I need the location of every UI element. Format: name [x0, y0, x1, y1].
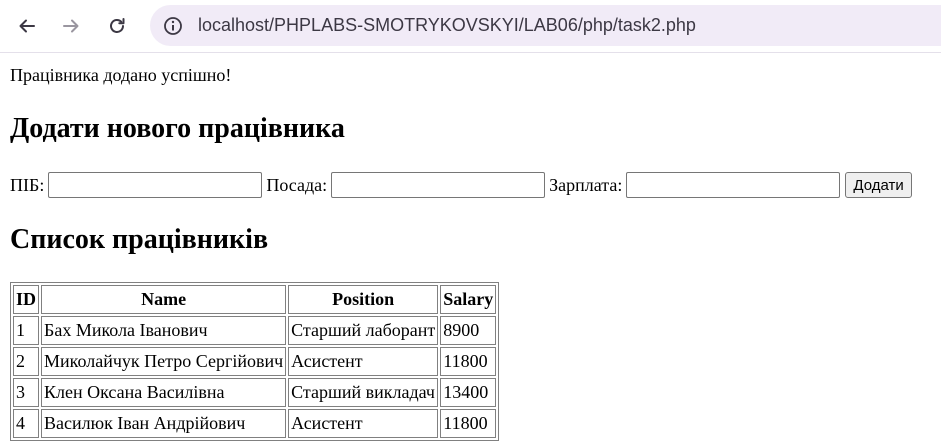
url-text: localhost/PHPLABS-SMOTRYKOVSKYI/LAB06/ph…: [198, 15, 696, 35]
reload-button[interactable]: [100, 9, 134, 43]
cell-position: Асистент: [288, 409, 439, 438]
table-row: 2 Миколайчук Петро Сергійович Асистент 1…: [13, 347, 497, 376]
cell-name: Клен Оксана Василівна: [41, 378, 287, 407]
add-button[interactable]: Додати: [845, 172, 912, 198]
cell-salary: 13400: [440, 378, 497, 407]
column-header-name: Name: [41, 285, 287, 314]
add-employee-form: ПІБ: Посада: Зарплата: Додати: [10, 171, 912, 199]
position-label: Посада:: [266, 174, 328, 195]
cell-salary: 8900: [440, 316, 497, 345]
name-label: ПІБ:: [10, 174, 45, 195]
success-message: Працівника додано успішно!: [10, 65, 232, 85]
employee-table: ID Name Position Salary 1 Бах Микола Іва…: [10, 282, 500, 441]
salary-label: Зарплата:: [549, 174, 623, 195]
reload-icon: [110, 18, 125, 33]
add-employee-heading: Додати нового працівника: [10, 113, 345, 144]
column-header-id: ID: [13, 285, 40, 314]
cell-name: Бах Микола Іванович: [41, 316, 287, 345]
position-input[interactable]: [331, 172, 546, 198]
cell-name: Василюк Іван Андрійович: [41, 409, 287, 438]
arrow-left-icon: [19, 19, 35, 33]
cell-position: Асистент: [288, 347, 439, 376]
cell-position: Старший лаборант: [288, 316, 439, 345]
column-header-salary: Salary: [440, 285, 497, 314]
employee-list-heading: Список працівників: [10, 224, 269, 255]
cell-name: Миколайчук Петро Сергійович: [41, 347, 287, 376]
arrow-right-icon: [63, 19, 79, 33]
browser-toolbar: localhost/PHPLABS-SMOTRYKOVSKYI/LAB06/ph…: [0, 0, 941, 53]
address-bar[interactable]: localhost/PHPLABS-SMOTRYKOVSKYI/LAB06/ph…: [150, 5, 941, 46]
site-info-icon[interactable]: [162, 15, 184, 37]
back-button[interactable]: [10, 9, 44, 43]
table-row: 3 Клен Оксана Василівна Старший викладач…: [13, 378, 497, 407]
cell-salary: 11800: [440, 409, 497, 438]
table-header-row: ID Name Position Salary: [13, 285, 497, 314]
forward-button[interactable]: [54, 9, 88, 43]
table-row: 4 Василюк Іван Андрійович Асистент 11800: [13, 409, 497, 438]
cell-id: 2: [13, 347, 40, 376]
salary-input[interactable]: [626, 172, 841, 198]
name-input[interactable]: [48, 172, 263, 198]
cell-id: 3: [13, 378, 40, 407]
cell-salary: 11800: [440, 347, 497, 376]
table-row: 1 Бах Микола Іванович Старший лаборант 8…: [13, 316, 497, 345]
column-header-position: Position: [288, 285, 439, 314]
cell-id: 1: [13, 316, 40, 345]
cell-position: Старший викладач: [288, 378, 439, 407]
cell-id: 4: [13, 409, 40, 438]
